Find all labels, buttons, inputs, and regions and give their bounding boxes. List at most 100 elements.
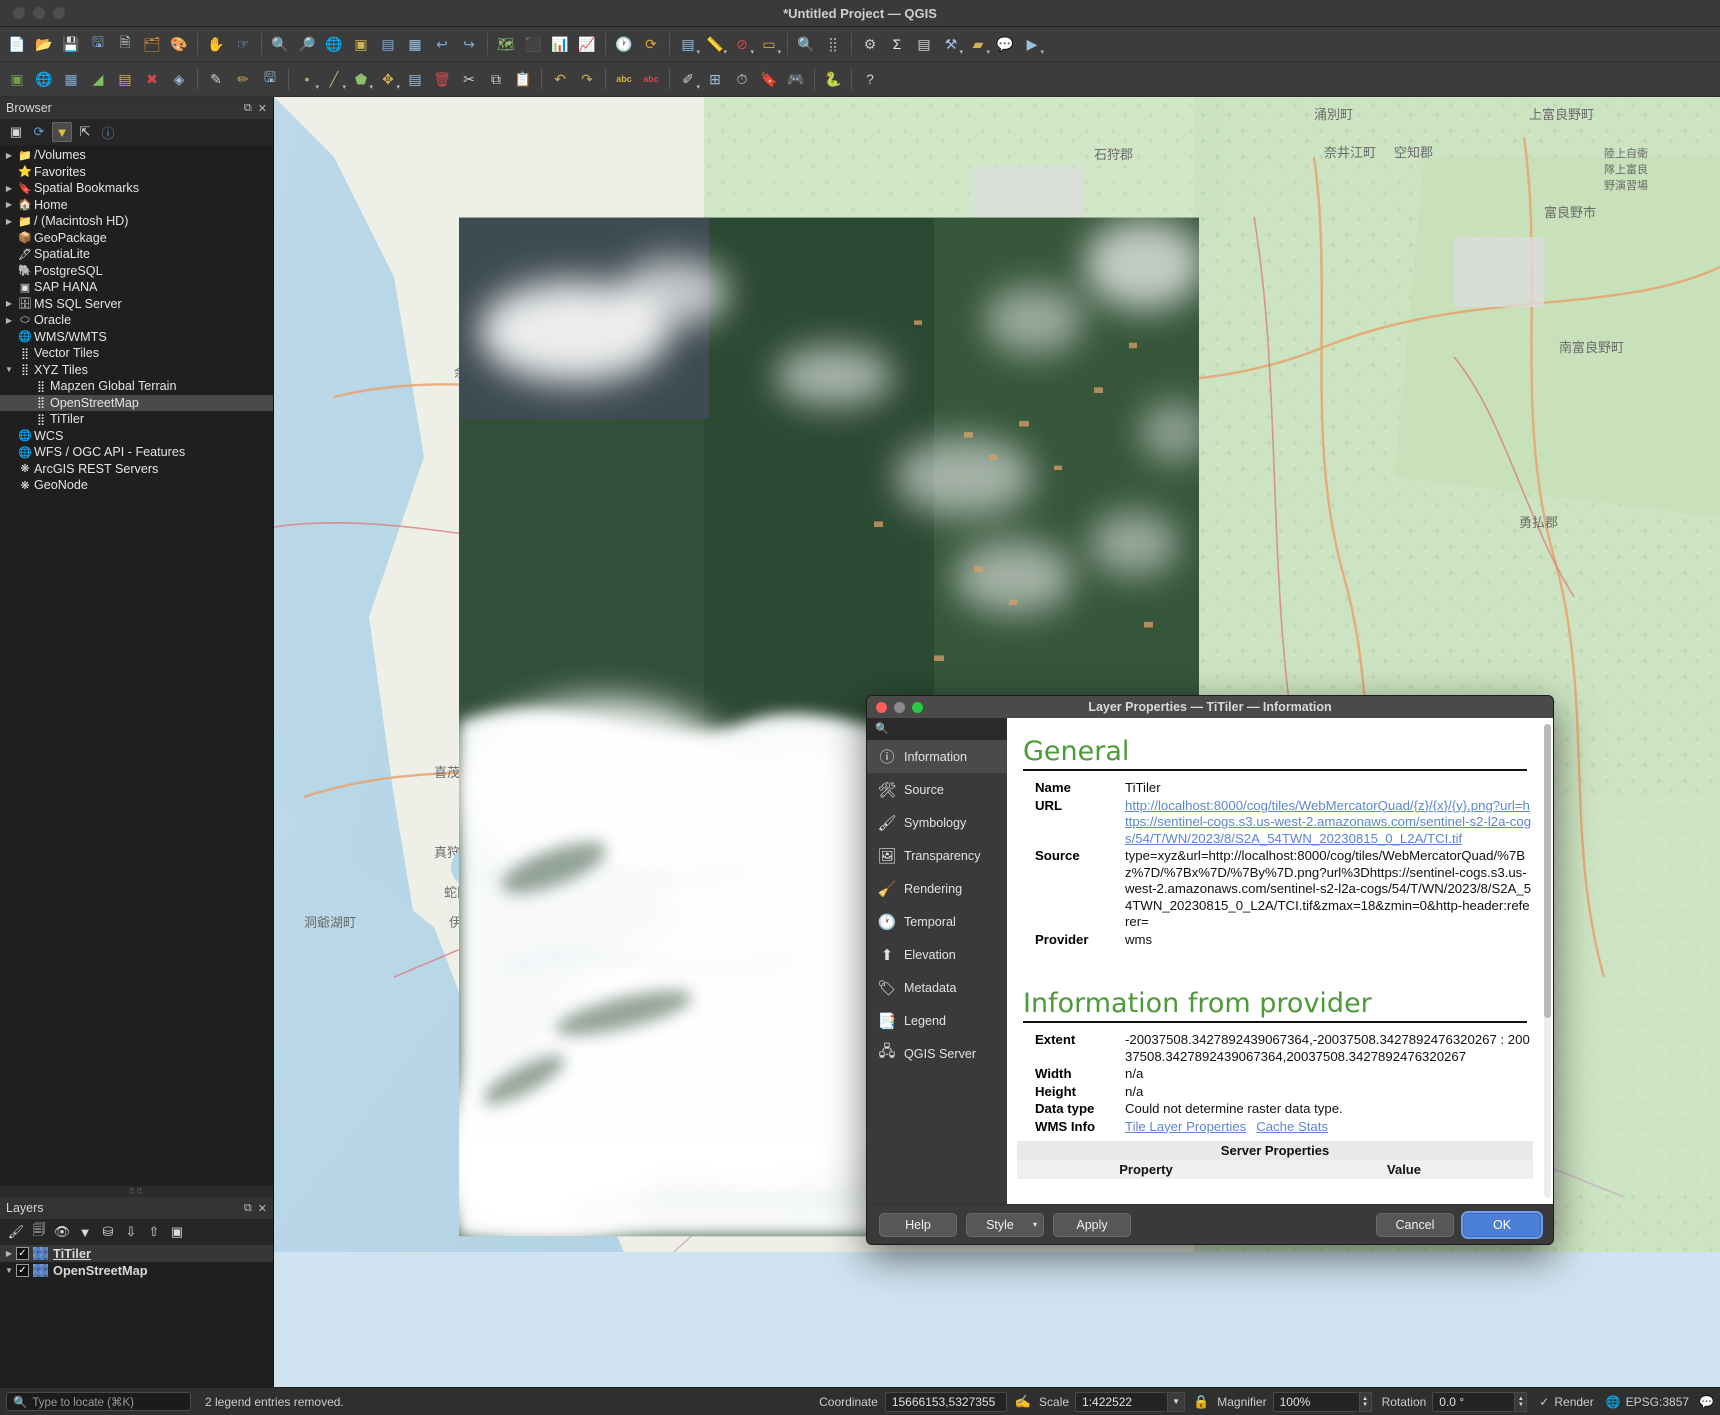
url-value[interactable]: http://localhost:8000/cog/tiles/WebMerca… — [1125, 798, 1533, 848]
browser-item-volumes[interactable]: ▶ 📁/Volumes — [0, 147, 273, 164]
new-3d-map-view-icon[interactable]: ⬛ — [520, 31, 546, 57]
browser-item-favorites[interactable]: ⭐ Favorites — [0, 164, 273, 181]
magnifier-field[interactable]: 100% — [1272, 1391, 1359, 1412]
manage-map-themes-icon[interactable]: 👁 — [52, 1222, 72, 1242]
chevron-right-icon[interactable]: ▶ — [2, 217, 16, 226]
chevron-down-icon[interactable]: ▾ — [723, 48, 727, 56]
expand-all-icon[interactable]: ⇩ — [121, 1222, 141, 1242]
chevron-down-icon[interactable]: ▾ — [369, 83, 373, 91]
add-feature-line-icon[interactable]: ╱ ▾ — [321, 66, 347, 92]
chevron-down-icon[interactable]: ▾ — [696, 83, 700, 91]
magnifier-spinner[interactable]: ▲ ▼ — [1358, 1391, 1372, 1412]
field-calculator-icon[interactable]: Σ — [884, 31, 910, 57]
chevron-down-icon[interactable]: ▾ — [696, 48, 700, 56]
open-attribute-table-icon[interactable]: ▤ ▾ — [675, 31, 701, 57]
browser-item-geopackage[interactable]: 📦 GeoPackage — [0, 230, 273, 247]
browser-item-macintosh-hd[interactable]: ▶ 📁 / (Macintosh HD) — [0, 213, 273, 230]
zoom-full-icon[interactable]: 🌐 — [321, 31, 347, 57]
dialog-tab-qgis-server[interactable]: 🖧 QGIS Server — [867, 1037, 1007, 1070]
current-edits-icon[interactable]: ✏ — [230, 66, 256, 92]
add-delimited-text-layer-icon[interactable]: ▤ — [112, 66, 138, 92]
help-contents-icon[interactable]: ? — [857, 66, 883, 92]
zoom-next-icon[interactable]: ↪ — [456, 31, 482, 57]
layer-row-titiler[interactable]: ▶ ✓ TiTiler — [0, 1245, 273, 1262]
browser-item-openstreetmap[interactable]: ⣿ OpenStreetMap — [0, 394, 273, 411]
chevron-down-icon[interactable]: ▾ — [396, 83, 400, 91]
georeferencer-icon[interactable]: ⊞ — [702, 66, 728, 92]
minimize-window-button[interactable] — [33, 7, 45, 19]
rotation-field[interactable]: 0.0 ° — [1432, 1391, 1515, 1412]
browser-item-mapzen-global-terrain[interactable]: ⣿ Mapzen Global Terrain — [0, 378, 273, 395]
dialog-tab-information[interactable]: ⓘ Information — [867, 740, 1007, 773]
dialog-tab-metadata[interactable]: 🏷 Metadata — [867, 971, 1007, 1004]
zoom-out-icon[interactable]: 🔎 — [294, 31, 320, 57]
coordinate-field[interactable]: 15666153,5327355 — [884, 1391, 1007, 1412]
python-console-icon[interactable]: 🐍 — [820, 66, 846, 92]
browser-tree[interactable]: ▶ 📁/Volumes ⭐ Favorites ▶ 🔖 Spatial Bookmarks ▶… — [0, 145, 273, 1186]
label-highlight-icon[interactable]: abc — [638, 66, 664, 92]
layer-visibility-checkbox[interactable]: ✓ — [16, 1264, 29, 1277]
zoom-last-icon[interactable]: ↩ — [429, 31, 455, 57]
chevron-down-icon[interactable]: ▾ — [959, 48, 963, 56]
select-by-location-icon[interactable]: ⣿ — [820, 31, 846, 57]
crs-value[interactable]: EPSG:3857 — [1626, 1395, 1689, 1409]
locator-search-input[interactable]: 🔍 Type to locate (⌘K) — [6, 1392, 191, 1411]
style-button[interactable]: Style — [966, 1212, 1044, 1237]
undo-icon[interactable]: ↶ — [547, 66, 573, 92]
browser-item-geonode[interactable]: ❋ GeoNode — [0, 477, 273, 494]
layer-row-openstreetmap[interactable]: ▼ ✓ OpenStreetMap — [0, 1262, 273, 1279]
browser-item-wcs[interactable]: 🌐 WCS — [0, 428, 273, 445]
map-tips-icon[interactable]: 💬 — [992, 31, 1018, 57]
chevron-down-icon[interactable]: ▾ — [777, 48, 781, 56]
filter-browser-icon[interactable]: ▼ — [52, 122, 72, 142]
add-feature-point-icon[interactable]: • ▾ — [294, 66, 320, 92]
pan-to-selection-icon[interactable]: ☞ — [230, 31, 256, 57]
remove-layer-icon[interactable]: ▣ — [167, 1222, 187, 1242]
open-layer-styling-panel-icon[interactable]: 🖌 — [6, 1222, 26, 1242]
zoom-to-layer-icon[interactable]: ▤ — [375, 31, 401, 57]
add-group-icon[interactable]: 🗐 — [29, 1222, 49, 1242]
show-bookmarks-icon[interactable]: 🔖 — [756, 66, 782, 92]
digitize-toggle-icon[interactable]: ✎ — [203, 66, 229, 92]
add-postgis-layer-icon[interactable]: ✖ — [139, 66, 165, 92]
new-shapefile-layer-icon[interactable]: ▣ — [4, 66, 30, 92]
dialog-tab-transparency[interactable]: 🖼 Transparency — [867, 839, 1007, 872]
wmsinfo-link-0[interactable]: Tile Layer Properties — [1125, 1119, 1246, 1134]
wmsinfo-links[interactable]: Tile Layer Properties Cache Stats — [1125, 1119, 1533, 1136]
vertex-tool-icon[interactable]: ✥ ▾ — [375, 66, 401, 92]
options-icon[interactable]: ⚙ — [857, 31, 883, 57]
redo-icon[interactable]: ↷ — [574, 66, 600, 92]
new-map-view-icon[interactable]: 🗺 — [493, 31, 519, 57]
filter-legend-icon[interactable]: ▼ — [75, 1222, 95, 1242]
modify-attributes-icon[interactable]: ▤ — [402, 66, 428, 92]
annotations-icon[interactable]: ✐ ▾ — [675, 66, 701, 92]
dialog-tab-temporal[interactable]: 🕐 Temporal — [867, 905, 1007, 938]
crs-globe-icon[interactable]: 🌐 — [1606, 1395, 1621, 1409]
browser-item-sap-hana[interactable]: ▣ SAP HANA — [0, 279, 273, 296]
chevron-down-icon[interactable]: ▼ — [2, 365, 16, 374]
select-features-icon[interactable]: ▭ ▾ — [756, 31, 782, 57]
lock-scale-icon[interactable]: 🔒 — [1193, 1394, 1209, 1410]
browser-item-home[interactable]: ▶ 🏠 Home — [0, 197, 273, 214]
show-map-tips-icon[interactable]: 📊 — [547, 31, 573, 57]
save-project-icon[interactable]: 💾 — [58, 31, 84, 57]
chevron-right-icon[interactable]: ▶ — [2, 299, 16, 308]
browser-dock-float-icon[interactable]: ⧉ — [244, 102, 252, 115]
python-console-run-icon[interactable]: ▶ ▾ — [1019, 31, 1045, 57]
dock-splitter-handle[interactable]: ⠿⠿ — [0, 1186, 273, 1197]
dialog-tab-elevation[interactable]: ⬆ Elevation — [867, 938, 1007, 971]
layer-visibility-checkbox[interactable]: ✓ — [16, 1247, 29, 1260]
browser-item-arcgis-rest-servers[interactable]: ❋ ArcGIS REST Servers — [0, 461, 273, 478]
dialog-tab-source[interactable]: 🛠 Source — [867, 773, 1007, 806]
show-layout-manager-icon[interactable]: ▤ — [911, 31, 937, 57]
messages-log-icon[interactable]: 💬 — [1699, 1395, 1714, 1409]
zoom-window-button[interactable] — [53, 7, 65, 19]
dialog-search-input[interactable]: 🔍 — [867, 718, 1007, 740]
measure-line-icon[interactable]: 📏 ▾ — [702, 31, 728, 57]
layers-dock-close-icon[interactable]: ✕ — [258, 1202, 267, 1215]
delete-selected-icon[interactable]: 🗑 — [429, 66, 455, 92]
save-project-as-icon[interactable]: 🖫 — [85, 31, 111, 57]
new-print-layout-icon[interactable]: 🗎 — [112, 31, 138, 57]
enable-properties-widget-icon[interactable]: ⓘ — [98, 122, 118, 142]
statistical-summary-icon[interactable]: 📈 — [574, 31, 600, 57]
